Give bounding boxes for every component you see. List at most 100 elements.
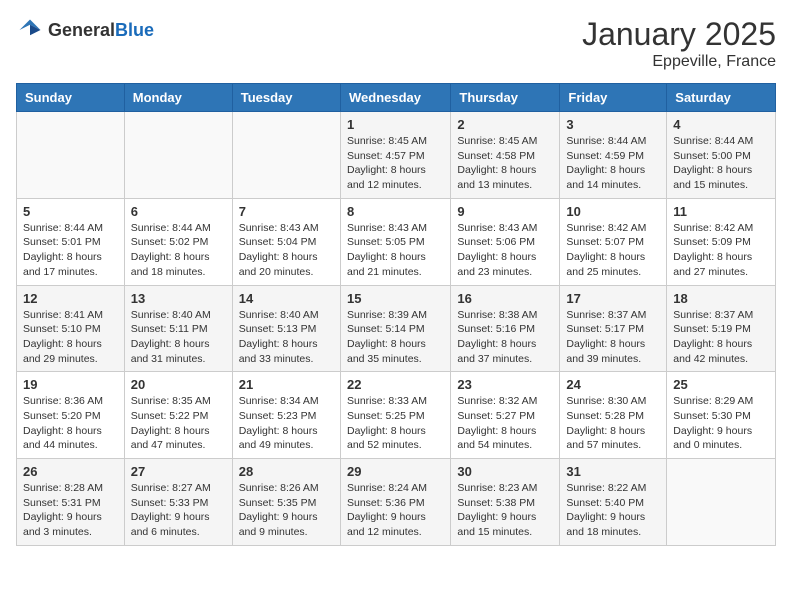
day-info: Sunrise: 8:30 AM Sunset: 5:28 PM Dayligh… [566, 394, 660, 453]
calendar-cell: 4 Sunrise: 8:44 AM Sunset: 5:00 PM Daylig… [667, 112, 776, 199]
day-info: Sunrise: 8:43 AM Sunset: 5:04 PM Dayligh… [239, 221, 334, 280]
logo-icon [16, 16, 44, 44]
day-info: Sunrise: 8:36 AM Sunset: 5:20 PM Dayligh… [23, 394, 118, 453]
logo-general: General [48, 20, 115, 40]
day-info: Sunrise: 8:29 AM Sunset: 5:30 PM Dayligh… [673, 394, 769, 453]
day-info: Sunrise: 8:44 AM Sunset: 5:01 PM Dayligh… [23, 221, 118, 280]
day-info: Sunrise: 8:23 AM Sunset: 5:38 PM Dayligh… [457, 481, 553, 540]
calendar-week-row: 26 Sunrise: 8:28 AM Sunset: 5:31 PM Dayli… [17, 459, 776, 546]
calendar-cell: 16 Sunrise: 8:38 AM Sunset: 5:16 PM Dayli… [451, 285, 560, 372]
logo-blue: Blue [115, 20, 154, 40]
day-number: 8 [347, 204, 444, 219]
day-number: 15 [347, 291, 444, 306]
calendar-cell: 8Sunrise: 8:43 AM Sunset: 5:05 PM Daylig… [340, 198, 450, 285]
day-number: 2 [457, 117, 553, 132]
day-number: 19 [23, 377, 118, 392]
calendar-cell [17, 112, 125, 199]
calendar-cell: 18Sunrise: 8:37 AM Sunset: 5:19 PM Dayli… [667, 285, 776, 372]
calendar-table: SundayMondayTuesdayWednesdayThursdayFrid… [16, 83, 776, 546]
day-number: 27 [131, 464, 226, 479]
calendar-cell [124, 112, 232, 199]
day-info: Sunrise: 8:42 AM Sunset: 5:09 PM Dayligh… [673, 221, 769, 280]
calendar-day-header: Wednesday [340, 84, 450, 112]
calendar-cell: 20 Sunrise: 8:35 AM Sunset: 5:22 PM Dayli… [124, 372, 232, 459]
calendar-day-header: Sunday [17, 84, 125, 112]
day-info: Sunrise: 8:24 AM Sunset: 5:36 PM Dayligh… [347, 481, 444, 540]
calendar-day-header: Monday [124, 84, 232, 112]
calendar-header-row: SundayMondayTuesdayWednesdayThursdayFrid… [17, 84, 776, 112]
calendar-cell: 3Sunrise: 8:44 AM Sunset: 4:59 PM Daylig… [560, 112, 667, 199]
location-title: Eppeville, France [582, 53, 776, 71]
calendar-cell: 5 Sunrise: 8:44 AM Sunset: 5:01 PM Daylig… [17, 198, 125, 285]
calendar-cell: 2 Sunrise: 8:45 AM Sunset: 4:58 PM Daylig… [451, 112, 560, 199]
day-info: Sunrise: 8:26 AM Sunset: 5:35 PM Dayligh… [239, 481, 334, 540]
day-info: Sunrise: 8:32 AM Sunset: 5:27 PM Dayligh… [457, 394, 553, 453]
day-info: Sunrise: 8:44 AM Sunset: 5:02 PM Dayligh… [131, 221, 226, 280]
day-number: 10 [566, 204, 660, 219]
calendar-cell: 11 Sunrise: 8:42 AM Sunset: 5:09 PM Dayli… [667, 198, 776, 285]
calendar-cell: 10Sunrise: 8:42 AM Sunset: 5:07 PM Dayli… [560, 198, 667, 285]
calendar-cell: 31 Sunrise: 8:22 AM Sunset: 5:40 PM Dayli… [560, 459, 667, 546]
calendar-cell: 27Sunrise: 8:27 AM Sunset: 5:33 PM Dayli… [124, 459, 232, 546]
calendar-cell: 26 Sunrise: 8:28 AM Sunset: 5:31 PM Dayli… [17, 459, 125, 546]
day-info: Sunrise: 8:33 AM Sunset: 5:25 PM Dayligh… [347, 394, 444, 453]
calendar-day-header: Thursday [451, 84, 560, 112]
day-number: 26 [23, 464, 118, 479]
calendar-day-header: Friday [560, 84, 667, 112]
title-block: January 2025 Eppeville, France [582, 16, 776, 71]
day-number: 1 [347, 117, 444, 132]
calendar-day-header: Tuesday [232, 84, 340, 112]
day-number: 22 [347, 377, 444, 392]
calendar-day-header: Saturday [667, 84, 776, 112]
day-number: 31 [566, 464, 660, 479]
day-number: 29 [347, 464, 444, 479]
day-info: Sunrise: 8:43 AM Sunset: 5:06 PM Dayligh… [457, 221, 553, 280]
calendar-cell: 19 Sunrise: 8:36 AM Sunset: 5:20 PM Dayli… [17, 372, 125, 459]
calendar-cell: 12 Sunrise: 8:41 AM Sunset: 5:10 PM Dayli… [17, 285, 125, 372]
day-info: Sunrise: 8:34 AM Sunset: 5:23 PM Dayligh… [239, 394, 334, 453]
day-number: 24 [566, 377, 660, 392]
day-number: 14 [239, 291, 334, 306]
calendar-cell: 21 Sunrise: 8:34 AM Sunset: 5:23 PM Dayli… [232, 372, 340, 459]
day-info: Sunrise: 8:40 AM Sunset: 5:13 PM Dayligh… [239, 308, 334, 367]
calendar-cell: 7Sunrise: 8:43 AM Sunset: 5:04 PM Daylig… [232, 198, 340, 285]
day-info: Sunrise: 8:45 AM Sunset: 4:58 PM Dayligh… [457, 134, 553, 193]
calendar-week-row: 12 Sunrise: 8:41 AM Sunset: 5:10 PM Dayli… [17, 285, 776, 372]
day-info: Sunrise: 8:41 AM Sunset: 5:10 PM Dayligh… [23, 308, 118, 367]
logo: GeneralBlue [16, 16, 154, 44]
calendar-cell: 17 Sunrise: 8:37 AM Sunset: 5:17 PM Dayli… [560, 285, 667, 372]
day-info: Sunrise: 8:28 AM Sunset: 5:31 PM Dayligh… [23, 481, 118, 540]
day-number: 17 [566, 291, 660, 306]
day-number: 13 [131, 291, 226, 306]
calendar-cell [667, 459, 776, 546]
logo-text: GeneralBlue [48, 20, 154, 41]
calendar-cell: 30Sunrise: 8:23 AM Sunset: 5:38 PM Dayli… [451, 459, 560, 546]
calendar-cell: 15 Sunrise: 8:39 AM Sunset: 5:14 PM Dayli… [340, 285, 450, 372]
day-number: 4 [673, 117, 769, 132]
day-number: 12 [23, 291, 118, 306]
day-number: 21 [239, 377, 334, 392]
calendar-cell: 1Sunrise: 8:45 AM Sunset: 4:57 PM Daylig… [340, 112, 450, 199]
calendar-cell: 22 Sunrise: 8:33 AM Sunset: 5:25 PM Dayli… [340, 372, 450, 459]
calendar-cell: 14 Sunrise: 8:40 AM Sunset: 5:13 PM Dayli… [232, 285, 340, 372]
day-info: Sunrise: 8:44 AM Sunset: 5:00 PM Dayligh… [673, 134, 769, 193]
day-number: 25 [673, 377, 769, 392]
calendar-week-row: 1Sunrise: 8:45 AM Sunset: 4:57 PM Daylig… [17, 112, 776, 199]
day-number: 5 [23, 204, 118, 219]
day-info: Sunrise: 8:39 AM Sunset: 5:14 PM Dayligh… [347, 308, 444, 367]
day-number: 28 [239, 464, 334, 479]
day-info: Sunrise: 8:40 AM Sunset: 5:11 PM Dayligh… [131, 308, 226, 367]
calendar-cell: 13 Sunrise: 8:40 AM Sunset: 5:11 PM Dayli… [124, 285, 232, 372]
day-number: 20 [131, 377, 226, 392]
calendar-cell: 28 Sunrise: 8:26 AM Sunset: 5:35 PM Dayli… [232, 459, 340, 546]
calendar-week-row: 19 Sunrise: 8:36 AM Sunset: 5:20 PM Dayli… [17, 372, 776, 459]
day-number: 18 [673, 291, 769, 306]
day-number: 16 [457, 291, 553, 306]
day-number: 11 [673, 204, 769, 219]
day-info: Sunrise: 8:35 AM Sunset: 5:22 PM Dayligh… [131, 394, 226, 453]
calendar-cell [232, 112, 340, 199]
day-info: Sunrise: 8:37 AM Sunset: 5:17 PM Dayligh… [566, 308, 660, 367]
calendar-cell: 9Sunrise: 8:43 AM Sunset: 5:06 PM Daylig… [451, 198, 560, 285]
day-info: Sunrise: 8:22 AM Sunset: 5:40 PM Dayligh… [566, 481, 660, 540]
day-info: Sunrise: 8:38 AM Sunset: 5:16 PM Dayligh… [457, 308, 553, 367]
